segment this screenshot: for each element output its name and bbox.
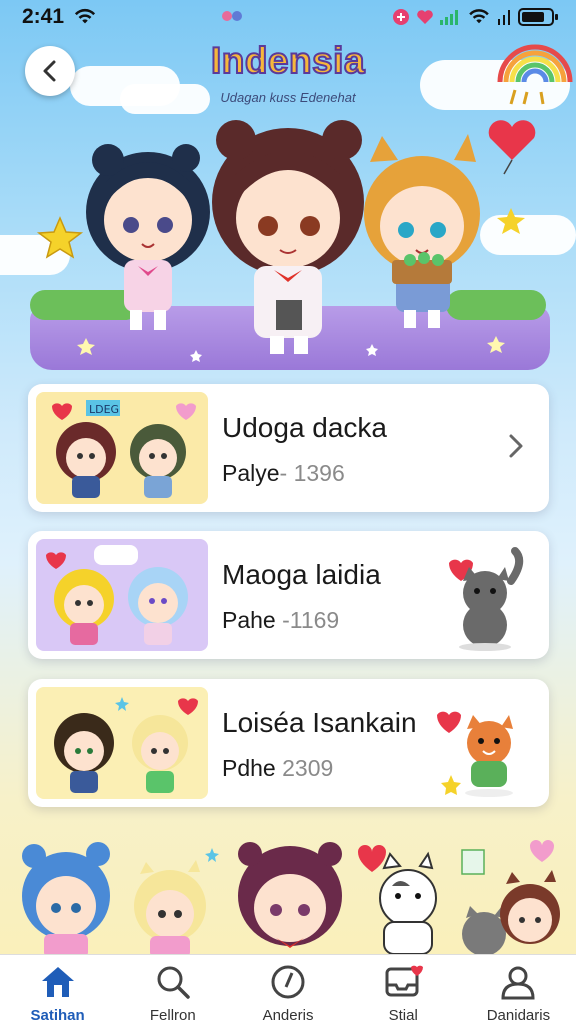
list-card[interactable]: Maoga laidia Pahe -1169 <box>28 531 549 659</box>
card-meta: Palye- 1396 <box>222 460 345 487</box>
tab-label: Anderis <box>262 1007 314 1024</box>
card-title: Maoga laidia <box>222 559 381 590</box>
card-thumbnail <box>36 539 208 651</box>
chevron-right-icon[interactable] <box>505 430 527 462</box>
list-card[interactable]: LDEG Udoga dacka Palye- 1396 <box>28 384 549 512</box>
card-title: Loiséa Isankain <box>222 707 417 738</box>
app-subtitle: Udagan kuss Edenehat <box>220 90 356 105</box>
card-thumbnail: LDEG <box>36 392 208 504</box>
card-meta-value: - 1396 <box>279 460 345 486</box>
notification-plus-icon <box>393 9 409 25</box>
card-title: Udoga dacka <box>222 412 388 443</box>
bottom-illustration <box>0 830 576 954</box>
tab-label: Satihan <box>30 1007 85 1024</box>
card-thumbnail <box>36 687 208 799</box>
camera-dot-icon <box>222 11 242 21</box>
card-meta: Pdhe 2309 <box>222 755 333 782</box>
home-icon <box>41 967 74 997</box>
card-meta-label: Pdhe <box>222 755 276 781</box>
inbox-icon <box>385 965 424 997</box>
compass-icon <box>271 965 305 999</box>
status-bar: 2:41 <box>0 0 576 34</box>
hero-characters <box>36 120 525 362</box>
tab-inbox[interactable]: Stial <box>346 955 461 1024</box>
app-title: Indensia <box>210 39 366 82</box>
search-icon <box>157 966 190 999</box>
battery-icon <box>518 8 558 26</box>
list-card[interactable]: Loiséa Isankain Pdhe 2309 <box>28 679 549 807</box>
bottom-tab-bar: Satihan Fellron Anderis Stial Danidaris <box>0 954 576 1024</box>
tab-home[interactable]: Satihan <box>0 955 115 1024</box>
wifi-icon <box>74 8 96 24</box>
tab-label: Fellron <box>149 1007 196 1024</box>
tab-profile[interactable]: Danidaris <box>461 955 576 1024</box>
card-meta-label: Palye <box>222 460 280 486</box>
tab-explore[interactable]: Anderis <box>230 955 345 1024</box>
heart-status-icon <box>417 10 433 24</box>
signal-icon <box>440 10 458 25</box>
tab-label: Stial <box>388 1007 418 1024</box>
card-meta-value: 2309 <box>275 755 334 781</box>
card-meta-label: Pahe <box>222 607 276 633</box>
orange-cat-icon <box>437 711 513 797</box>
tab-search[interactable]: Fellron <box>115 955 230 1024</box>
hero-illustration <box>26 110 550 370</box>
wifi-icon-right <box>469 9 489 24</box>
card-meta-value: -1169 <box>275 607 340 633</box>
gray-cat-icon <box>449 547 524 651</box>
status-time: 2:41 <box>22 5 65 28</box>
status-right <box>392 8 558 26</box>
tab-label: Danidaris <box>486 1007 551 1024</box>
profile-icon <box>501 966 535 1000</box>
card-meta: Pahe -1169 <box>222 607 339 634</box>
cell-signal-icon <box>498 10 510 25</box>
thumbnail-badge: LDEG <box>89 403 119 416</box>
